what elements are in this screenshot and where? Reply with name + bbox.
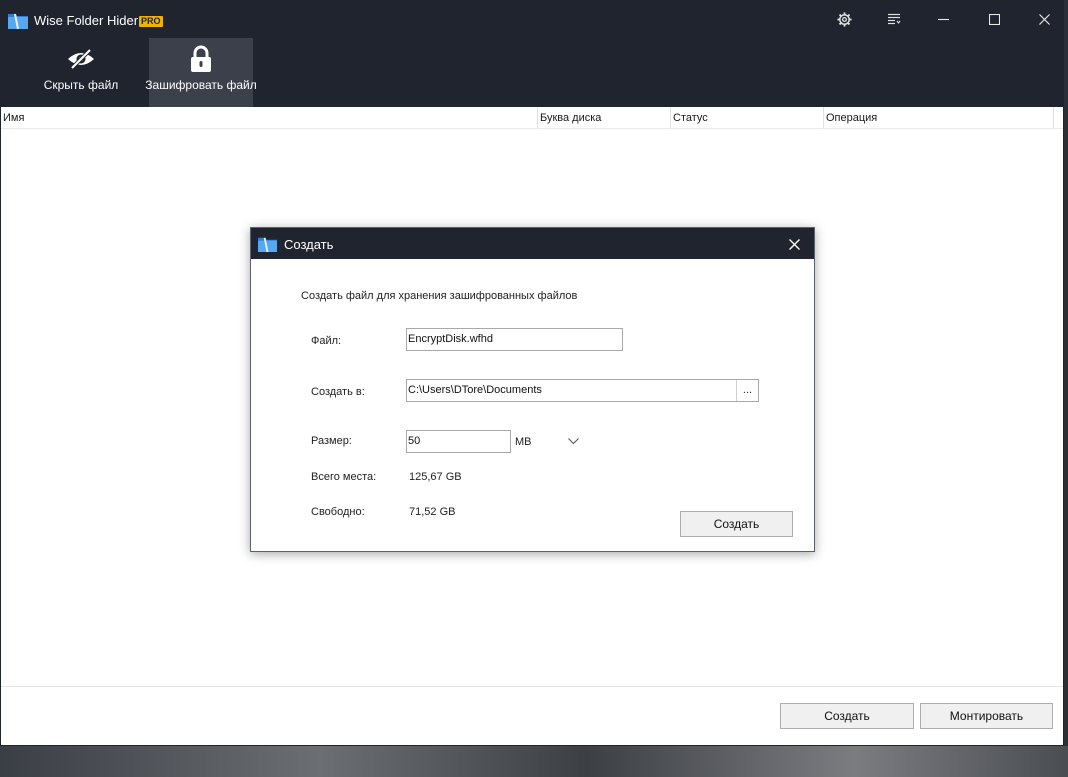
size-unit-select[interactable]: MB	[515, 430, 581, 453]
close-icon	[1038, 13, 1050, 25]
lock-icon	[191, 45, 211, 72]
settings-button[interactable]	[830, 6, 858, 32]
encrypt-file-label: Зашифровать файл	[145, 78, 257, 92]
encrypt-file-button[interactable]: Зашифровать файл	[145, 38, 257, 107]
file-name-input[interactable]: EncryptDisk.wfhd	[406, 328, 623, 351]
size-unit-value: MB	[515, 435, 532, 448]
column-header-name[interactable]: Имя	[1, 107, 538, 129]
dialog-create-button[interactable]: Создать	[680, 511, 793, 537]
hide-file-button[interactable]: Скрыть файл	[29, 38, 133, 107]
create-button[interactable]: Создать	[780, 703, 914, 729]
maximize-button[interactable]	[980, 6, 1008, 32]
column-header-operation[interactable]: Операция	[824, 107, 1054, 129]
create-dialog: Создать Создать файл для хранения зашифр…	[250, 227, 815, 552]
menu-icon	[887, 13, 900, 25]
app-logo-icon	[8, 13, 28, 30]
column-header-drive-letter[interactable]: Буква диска	[538, 107, 671, 129]
location-value: C:\Users\DTore\Documents	[408, 384, 542, 396]
app-logo-icon	[258, 237, 277, 253]
title-bar: Wise Folder Hider PRO Скрыть файл Зашифр…	[1, 1, 1063, 107]
size-input[interactable]: 50	[406, 430, 511, 453]
maximize-icon	[988, 13, 1000, 25]
menu-button[interactable]	[880, 6, 908, 32]
size-label: Размер:	[311, 435, 352, 447]
dialog-title-bar: Создать	[251, 228, 814, 259]
desktop-background	[0, 746, 1068, 777]
dialog-description: Создать файл для хранения зашифрованных …	[301, 290, 578, 302]
chevron-down-icon	[567, 438, 579, 445]
eye-slash-icon	[68, 48, 94, 70]
create-in-label: Создать в:	[311, 386, 365, 398]
gear-icon	[836, 11, 852, 27]
close-button[interactable]	[1030, 6, 1058, 32]
pro-badge: PRO	[139, 16, 163, 27]
browse-button[interactable]: ...	[736, 380, 758, 401]
file-table-header: Имя Буква диска Статус Операция	[1, 107, 1063, 129]
close-icon	[788, 238, 800, 250]
total-space-value: 125,67 GB	[409, 471, 462, 483]
location-input[interactable]: C:\Users\DTore\Documents ...	[406, 379, 759, 402]
minimize-button[interactable]	[929, 6, 957, 32]
footer-bar: Создать Монтировать	[1, 686, 1063, 745]
minimize-icon	[937, 18, 949, 20]
app-title: Wise Folder Hider	[34, 13, 139, 28]
column-header-status[interactable]: Статус	[671, 107, 824, 129]
dialog-close-button[interactable]	[784, 234, 804, 254]
free-space-label: Свободно:	[311, 506, 365, 518]
free-space-value: 71,52 GB	[409, 506, 456, 518]
dialog-title: Создать	[284, 237, 334, 252]
total-space-label: Всего места:	[311, 471, 377, 483]
file-label: Файл:	[311, 335, 342, 347]
hide-file-label: Скрыть файл	[43, 78, 119, 92]
mount-button[interactable]: Монтировать	[920, 703, 1053, 729]
